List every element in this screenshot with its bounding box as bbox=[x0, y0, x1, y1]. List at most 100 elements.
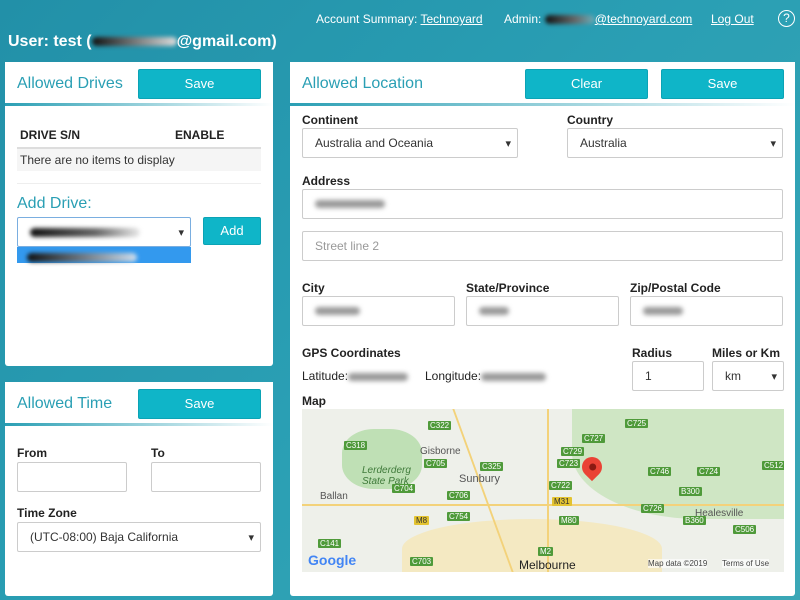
road-label: C727 bbox=[582, 434, 606, 443]
map-town: Melbourne bbox=[519, 558, 576, 572]
road-label: M8 bbox=[414, 516, 430, 525]
unit-select[interactable]: km bbox=[712, 361, 784, 391]
road-label: B360 bbox=[683, 516, 706, 525]
add-drive-label: Add Drive: bbox=[17, 195, 92, 212]
park-area bbox=[572, 409, 784, 519]
road-label: C322 bbox=[428, 421, 452, 430]
unit-label: Miles or Km bbox=[712, 346, 781, 360]
panel-title: Allowed Drives bbox=[17, 75, 123, 92]
road-label: M2 bbox=[538, 547, 554, 556]
map-town: Ballan bbox=[320, 491, 348, 502]
user-title: User: test ( @gmail.com) bbox=[8, 33, 277, 51]
redacted bbox=[315, 200, 385, 208]
redacted bbox=[643, 307, 683, 315]
logout-link[interactable]: Log Out bbox=[711, 12, 754, 26]
from-label: From bbox=[17, 446, 47, 460]
road-label: M80 bbox=[559, 516, 579, 525]
continent-value: Australia and Oceania bbox=[315, 136, 434, 150]
longitude: Longitude: bbox=[425, 369, 547, 383]
country-label: Country bbox=[567, 113, 613, 127]
state-input[interactable] bbox=[466, 296, 619, 326]
drive-select[interactable] bbox=[17, 217, 191, 247]
country-value: Australia bbox=[580, 136, 627, 150]
column-enable: ENABLE bbox=[175, 128, 225, 142]
map-town: Sunbury bbox=[459, 473, 500, 485]
account-link[interactable]: Technoyard bbox=[421, 12, 483, 26]
redacted bbox=[348, 372, 409, 381]
empty-message: There are no items to display bbox=[17, 147, 261, 171]
latitude-label: Latitude: bbox=[302, 369, 349, 383]
road-label: C705 bbox=[424, 459, 448, 468]
street-line-2-input[interactable]: Street line 2 bbox=[302, 231, 783, 261]
country-select[interactable]: Australia bbox=[567, 128, 783, 158]
allowed-time-panel: Allowed Time Save From To Time Zone (UTC… bbox=[5, 382, 273, 596]
redacted bbox=[544, 15, 595, 25]
redacted bbox=[481, 372, 547, 381]
clear-button[interactable]: Clear bbox=[525, 69, 648, 99]
timezone-select[interactable]: (UTC-08:00) Baja California bbox=[17, 522, 261, 552]
zip-label: Zip/Postal Code bbox=[630, 281, 721, 295]
road-label: C506 bbox=[733, 525, 757, 534]
city-label: City bbox=[302, 281, 325, 295]
city-input[interactable] bbox=[302, 296, 455, 326]
terms-link[interactable]: Terms of Use bbox=[722, 559, 770, 568]
road-label: C754 bbox=[447, 512, 471, 521]
from-input[interactable] bbox=[17, 462, 127, 492]
road-label: C724 bbox=[697, 467, 721, 476]
account-summary: Account Summary: Technoyard bbox=[316, 12, 483, 26]
add-drive-button[interactable]: Add bbox=[203, 217, 261, 245]
pin-dot bbox=[587, 462, 597, 472]
unit-value: km bbox=[725, 369, 741, 383]
road-label: C141 bbox=[318, 539, 342, 548]
admin-label: Admin: bbox=[504, 12, 542, 26]
road-label: M31 bbox=[552, 497, 572, 506]
to-input[interactable] bbox=[151, 462, 261, 492]
allowed-drives-panel: Allowed Drives Save DRIVE S/N ENABLE The… bbox=[5, 62, 273, 366]
street2-placeholder: Street line 2 bbox=[315, 239, 380, 253]
user-email: @gmail.com) bbox=[176, 33, 277, 50]
map-data-text: Map data ©2019 bbox=[648, 559, 708, 568]
map-label: Map bbox=[302, 394, 326, 408]
google-logo: Google bbox=[308, 552, 357, 568]
admin-email-link[interactable]: @technoyard.com bbox=[595, 12, 693, 26]
redacted bbox=[91, 37, 177, 47]
radius-label: Radius bbox=[632, 346, 673, 360]
road-label: C722 bbox=[549, 481, 573, 490]
save-drives-button[interactable]: Save bbox=[138, 69, 261, 99]
save-location-button[interactable]: Save bbox=[661, 69, 784, 99]
longitude-label: Longitude: bbox=[425, 369, 482, 383]
redacted bbox=[30, 227, 140, 237]
gps-label: GPS Coordinates bbox=[302, 346, 401, 360]
save-time-button[interactable]: Save bbox=[138, 389, 261, 419]
road-label: C729 bbox=[561, 447, 585, 456]
allowed-location-panel: Allowed Location Clear Save Continent Au… bbox=[290, 62, 795, 596]
road-label: C723 bbox=[557, 459, 581, 468]
continent-label: Continent bbox=[302, 113, 358, 127]
latitude: Latitude: bbox=[302, 369, 409, 383]
road-label: C318 bbox=[344, 441, 368, 450]
road-label: C746 bbox=[648, 467, 672, 476]
address-label: Address bbox=[302, 174, 351, 188]
help-icon[interactable]: ? bbox=[778, 10, 795, 27]
zip-input[interactable] bbox=[630, 296, 783, 326]
redacted bbox=[27, 253, 137, 263]
account-summary-label: Account Summary: bbox=[316, 12, 418, 26]
address-input[interactable] bbox=[302, 189, 783, 219]
radius-input[interactable]: 1 bbox=[632, 361, 704, 391]
continent-select[interactable]: Australia and Oceania bbox=[302, 128, 518, 158]
panel-title: Allowed Time bbox=[17, 395, 113, 412]
map[interactable]: Gisborne Lerderderg State Park Sunbury B… bbox=[302, 409, 784, 572]
panel-title: Allowed Location bbox=[302, 75, 423, 92]
admin-info: Admin: @technoyard.com bbox=[504, 12, 692, 26]
road-label: C726 bbox=[641, 504, 665, 513]
user-prefix: User: test ( bbox=[8, 33, 92, 50]
redacted bbox=[479, 307, 509, 315]
radius-value: 1 bbox=[645, 369, 652, 383]
road-label: C725 bbox=[625, 419, 649, 428]
road-label: C325 bbox=[480, 462, 504, 471]
map-town: Gisborne bbox=[420, 446, 461, 457]
drive-option-highlighted[interactable] bbox=[17, 247, 191, 263]
road bbox=[302, 504, 784, 506]
timezone-value: (UTC-08:00) Baja California bbox=[30, 530, 179, 544]
road-label: C706 bbox=[447, 491, 471, 500]
